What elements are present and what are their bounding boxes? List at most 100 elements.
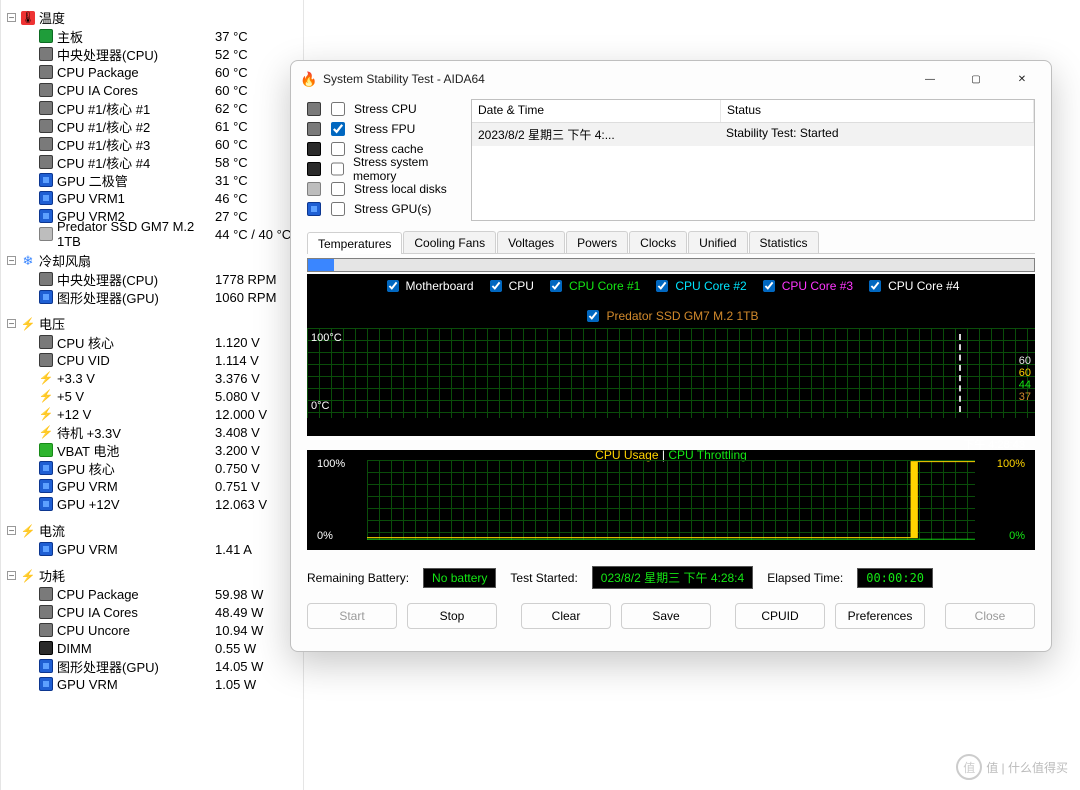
sensor-row[interactable]: GPU VRM0.751 V — [3, 477, 303, 495]
sensor-value: 60 °C — [215, 137, 248, 152]
gpu-icon — [39, 677, 53, 691]
legend-core1[interactable]: CPU Core #1 — [546, 277, 640, 295]
log-col-status[interactable]: Status — [721, 100, 1034, 122]
close-button[interactable]: ✕ — [999, 63, 1045, 95]
stress-checkbox[interactable] — [331, 102, 345, 116]
stress-checkbox[interactable] — [331, 182, 345, 196]
category-fan: 冷却风扇中央处理器(CPU)1778 RPM图形处理器(GPU)1060 RPM — [3, 251, 303, 306]
save-button[interactable]: Save — [621, 603, 711, 629]
clear-button[interactable]: Clear — [521, 603, 611, 629]
sensor-value: 1.41 A — [215, 542, 252, 557]
sensor-row[interactable]: 图形处理器(GPU)1060 RPM — [3, 288, 303, 306]
category-header[interactable]: 温度 — [3, 8, 303, 27]
legend-ssd[interactable]: Predator SSD GM7 M.2 1TB — [313, 307, 1029, 325]
sensor-row[interactable]: CPU #1/核心 #360 °C — [3, 135, 303, 153]
sensor-row[interactable]: CPU #1/核心 #261 °C — [3, 117, 303, 135]
preferences-button[interactable]: Preferences — [835, 603, 925, 629]
sensor-label: GPU VRM — [57, 542, 211, 557]
tab-powers[interactable]: Powers — [566, 231, 628, 253]
sensor-row[interactable]: 图形处理器(GPU)14.05 W — [3, 657, 303, 675]
tab-clocks[interactable]: Clocks — [629, 231, 687, 253]
sensor-label: 主板 — [57, 27, 211, 46]
maximize-button[interactable]: ▢ — [953, 63, 999, 95]
sensor-row[interactable]: GPU VRM 1.41 A — [3, 540, 303, 558]
legend-motherboard[interactable]: Motherboard — [383, 277, 474, 295]
sensor-row[interactable]: 主板37 °C — [3, 27, 303, 45]
sensor-value: 46 °C — [215, 191, 248, 206]
tab-cooling-fans[interactable]: Cooling Fans — [403, 231, 496, 253]
sensor-value: 3.200 V — [215, 443, 260, 458]
sensor-label: CPU Package — [57, 65, 211, 80]
sensor-row[interactable]: CPU Package60 °C — [3, 63, 303, 81]
tab-unified[interactable]: Unified — [688, 231, 747, 253]
log-col-datetime[interactable]: Date & Time — [472, 100, 721, 122]
sensor-label: DIMM — [57, 641, 211, 656]
sensor-row[interactable]: CPU IA Cores60 °C — [3, 81, 303, 99]
sensor-row[interactable]: CPU Uncore10.94 W — [3, 621, 303, 639]
sensor-row[interactable]: GPU 二极管31 °C — [3, 171, 303, 189]
legend-core2[interactable]: CPU Core #2 — [652, 277, 746, 295]
sensor-row[interactable]: +12 V12.000 V — [3, 405, 303, 423]
minimize-button[interactable]: — — [907, 63, 953, 95]
sensor-row[interactable]: GPU VRM146 °C — [3, 189, 303, 207]
sensor-row[interactable]: CPU #1/核心 #458 °C — [3, 153, 303, 171]
sensor-value: 0.750 V — [215, 461, 260, 476]
category-header[interactable]: 冷却风扇 — [3, 251, 303, 270]
sensor-row[interactable]: CPU 核心1.120 V — [3, 333, 303, 351]
gpu-icon — [39, 542, 53, 556]
stress-option[interactable]: Stress local disks — [307, 179, 457, 199]
sensor-label: +3.3 V — [57, 371, 211, 386]
start-button[interactable]: Start — [307, 603, 397, 629]
sensor-row[interactable]: CPU #1/核心 #162 °C — [3, 99, 303, 117]
sensor-label: CPU #1/核心 #1 — [57, 99, 211, 118]
sensor-value: 3.376 V — [215, 371, 260, 386]
stress-icon — [307, 182, 321, 196]
sensor-row[interactable]: Predator SSD GM7 M.2 1TB44 °C / 40 °C — [3, 225, 303, 243]
sensor-row[interactable]: 中央处理器(CPU)1778 RPM — [3, 270, 303, 288]
stress-checkbox[interactable] — [331, 162, 344, 176]
stress-checkbox[interactable] — [331, 122, 345, 136]
tab-temperatures[interactable]: Temperatures — [307, 232, 402, 254]
legend-cpu[interactable]: CPU — [486, 277, 534, 295]
tab-statistics[interactable]: Statistics — [749, 231, 819, 253]
category-header[interactable]: 电压 — [3, 314, 303, 333]
close-dialog-button[interactable]: Close — [945, 603, 1035, 629]
sensor-row[interactable]: GPU VRM1.05 W — [3, 675, 303, 693]
sensor-value: 59.98 W — [215, 587, 263, 602]
sensor-row[interactable]: GPU +12V12.063 V — [3, 495, 303, 513]
sensor-row[interactable]: DIMM 0.55 W — [3, 639, 303, 657]
sensor-row[interactable]: CPU Package59.98 W — [3, 585, 303, 603]
sensor-row[interactable]: GPU 核心0.750 V — [3, 459, 303, 477]
sensor-row[interactable]: 待机 +3.3V3.408 V — [3, 423, 303, 441]
amp-icon — [21, 524, 35, 538]
sensor-value: 0.55 W — [215, 641, 256, 656]
stress-checkbox[interactable] — [331, 142, 345, 156]
sensor-label: CPU Uncore — [57, 623, 211, 638]
aida64-window: 🔥 System Stability Test - AIDA64 — ▢ ✕ S… — [290, 60, 1052, 652]
legend-core3[interactable]: CPU Core #3 — [759, 277, 853, 295]
sensor-value: 12.000 V — [215, 407, 267, 422]
cpuid-button[interactable]: CPUID — [735, 603, 825, 629]
stop-button[interactable]: Stop — [407, 603, 497, 629]
chip-icon — [39, 353, 53, 367]
bolt-icon — [39, 407, 53, 421]
sensor-row[interactable]: +3.3 V 3.376 V — [3, 369, 303, 387]
tab-voltages[interactable]: Voltages — [497, 231, 565, 253]
sensor-value: 48.49 W — [215, 605, 263, 620]
category-header[interactable]: 电流 — [3, 521, 303, 540]
stress-option[interactable]: Stress system memory — [307, 159, 457, 179]
sensor-row[interactable]: +5 V5.080 V — [3, 387, 303, 405]
stress-icon — [307, 202, 321, 216]
sensor-row[interactable]: 中央处理器(CPU)52 °C — [3, 45, 303, 63]
stress-icon — [307, 162, 321, 176]
category-header[interactable]: 功耗 — [3, 566, 303, 585]
stress-option[interactable]: Stress GPU(s) — [307, 199, 457, 219]
stress-option[interactable]: Stress FPU — [307, 119, 457, 139]
stress-checkbox[interactable] — [331, 202, 345, 216]
stress-option[interactable]: Stress CPU — [307, 99, 457, 119]
legend-core4[interactable]: CPU Core #4 — [865, 277, 959, 295]
log-row[interactable]: 2023/8/2 星期三 下午 4:... Stability Test: St… — [472, 123, 1034, 146]
sensor-row[interactable]: CPU IA Cores48.49 W — [3, 603, 303, 621]
sensor-row[interactable]: VBAT 电池3.200 V — [3, 441, 303, 459]
sensor-row[interactable]: CPU VID1.114 V — [3, 351, 303, 369]
